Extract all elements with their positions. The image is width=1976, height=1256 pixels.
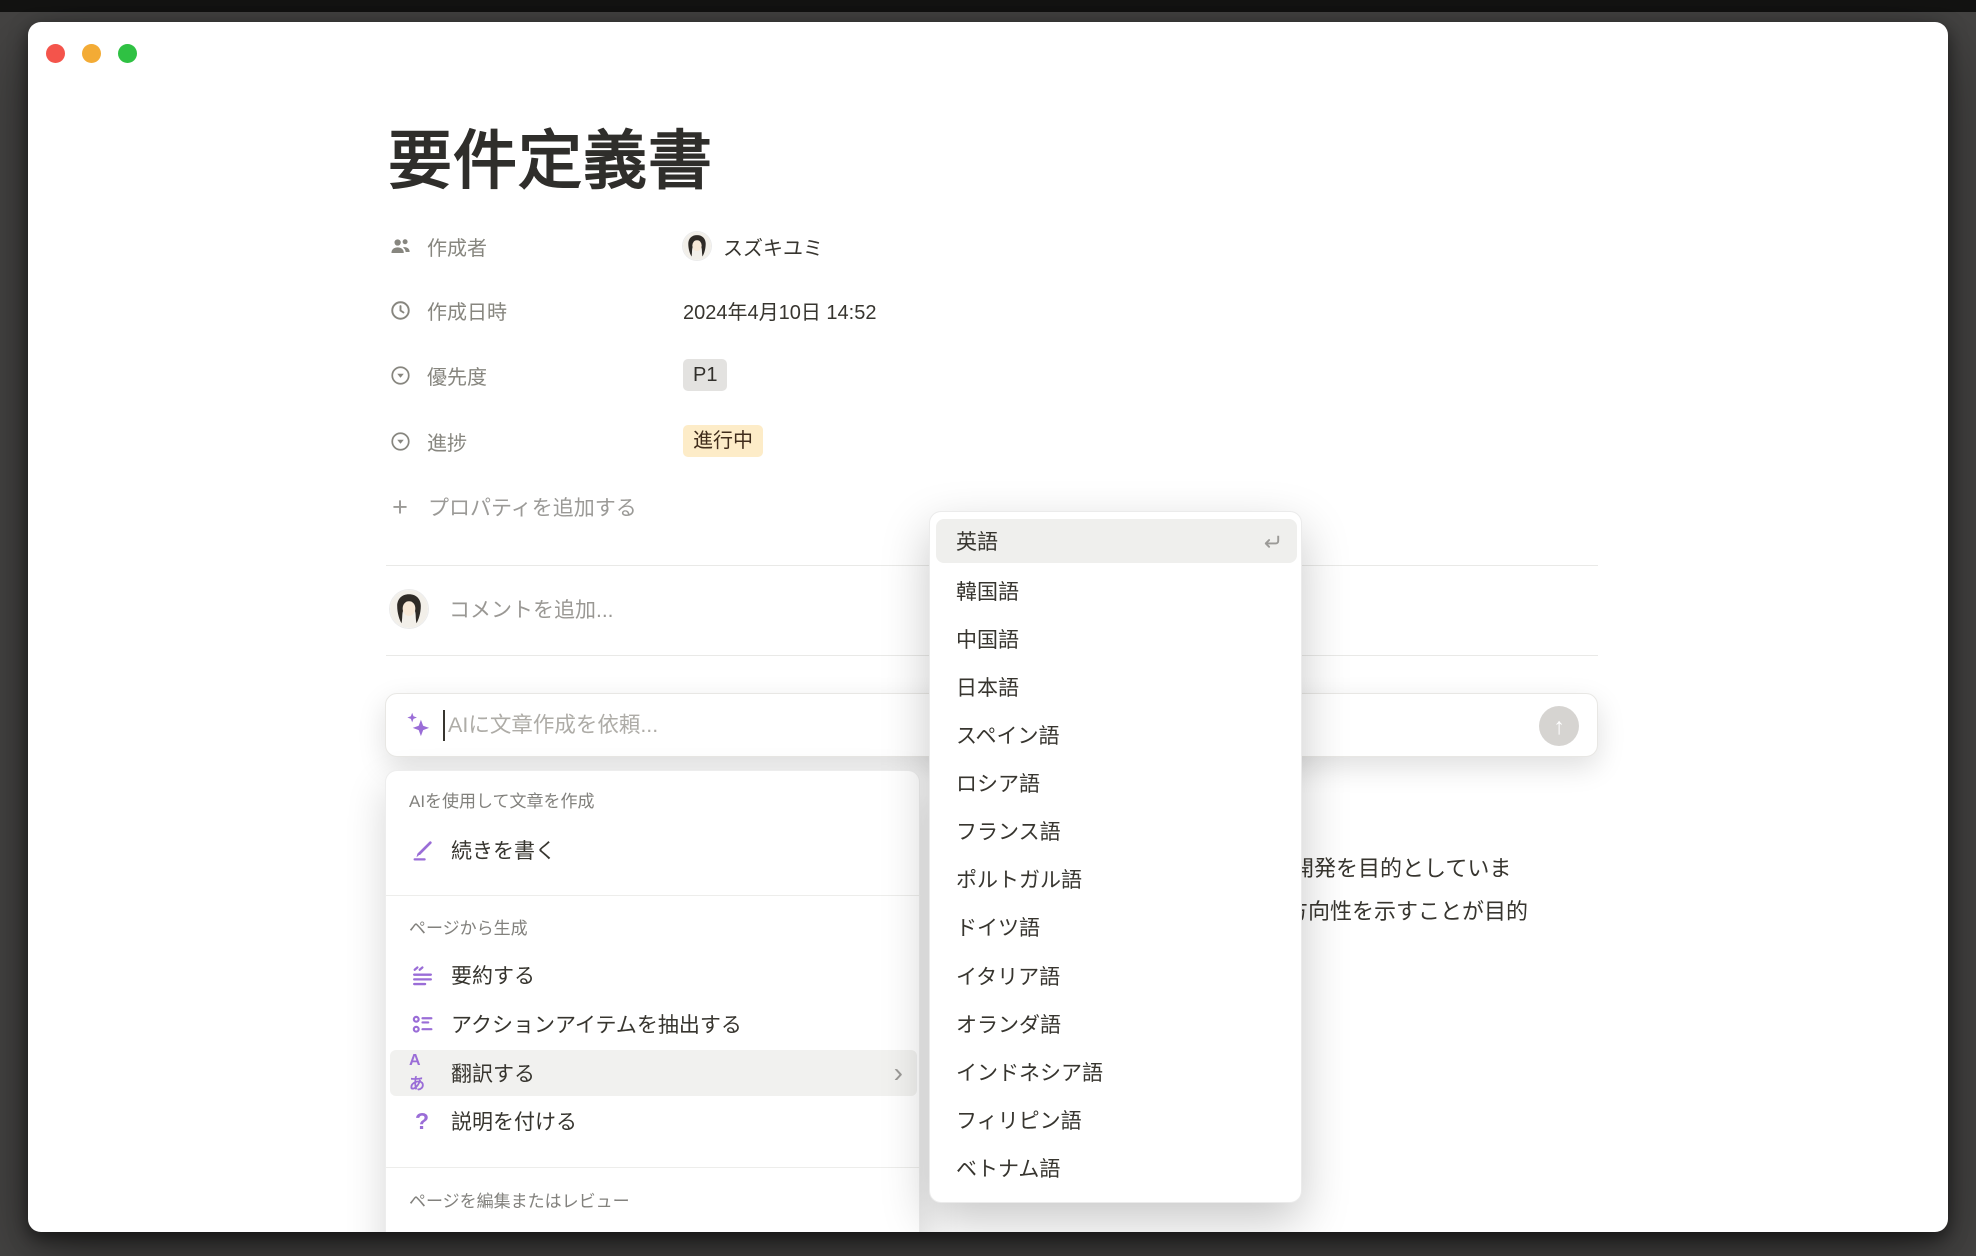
language-option[interactable]: オランダ語 (930, 1000, 1303, 1048)
language-option[interactable]: ドイツ語 (930, 903, 1303, 951)
plus-icon: + (388, 494, 412, 521)
property-row-created-time: 作成日時 2024年4月10日 14:52 (388, 293, 876, 327)
language-option[interactable]: ロシア語 (930, 759, 1303, 807)
language-option[interactable]: 韓国語 (930, 567, 1303, 615)
add-property-button[interactable]: + プロパティを追加する (388, 491, 637, 523)
property-value-creator[interactable]: スズキユミ (683, 232, 823, 261)
language-option[interactable]: ベトナム語 (930, 1144, 1303, 1192)
language-option[interactable]: イタリア語 (930, 952, 1303, 1000)
screen-top-strip (0, 0, 1976, 12)
language-option-label: 英語 (956, 526, 998, 556)
language-dropdown: 英語 韓国語 中国語 日本語 スペイン語 ロシア語 フランス語 ポルトガル語 ド… (929, 511, 1302, 1203)
menu-item-summarize[interactable]: 要約する (386, 952, 921, 998)
property-label-created-time[interactable]: 作成日時 (388, 296, 683, 325)
menu-item-continue-writing[interactable]: 続きを書く (386, 827, 921, 873)
avatar (683, 232, 711, 260)
question-icon: ? (409, 1108, 435, 1134)
property-row-progress: 進捗 進行中 (388, 424, 763, 458)
chevron-right-icon: › (894, 1057, 903, 1089)
page-title: 要件定義書 (388, 110, 713, 202)
language-option-selected[interactable]: 英語 (936, 519, 1297, 563)
property-label-text: 作成日時 (427, 296, 507, 325)
minimize-button[interactable] (82, 44, 101, 63)
menu-item-label: 要約する (451, 960, 535, 990)
menu-item-label: 続きを書く (451, 835, 556, 865)
window-controls (46, 44, 137, 63)
status-badge: 進行中 (683, 425, 763, 457)
menu-divider (386, 895, 921, 896)
text-caret (443, 710, 445, 741)
language-option[interactable]: フィリピン語 (930, 1096, 1303, 1144)
property-label-text: 作成者 (427, 232, 487, 261)
action-items-icon (409, 1011, 435, 1037)
menu-item-label: 説明を付ける (451, 1106, 577, 1136)
language-option[interactable]: 中国語 (930, 615, 1303, 663)
arrow-up-icon: ↑ (1553, 713, 1565, 740)
comment-placeholder: コメントを追加... (449, 594, 614, 624)
app-window: 要件定義書 作成者 スズキユミ 作成日時 2024年4月10日 14:52 (28, 22, 1948, 1232)
property-label-progress[interactable]: 進捗 (388, 427, 683, 456)
property-value-priority[interactable]: P1 (683, 359, 727, 391)
translate-icon: Aあ (409, 1060, 435, 1086)
body-text-fragment: 開発を目的としていま (1292, 855, 1511, 882)
menu-item-explain[interactable]: ? 説明を付ける (386, 1098, 921, 1144)
clock-icon (388, 298, 412, 322)
return-icon (1260, 530, 1283, 559)
language-option[interactable]: ポルトガル語 (930, 855, 1303, 903)
language-option[interactable]: スペイン語 (930, 711, 1303, 759)
property-label-text: 進捗 (427, 427, 467, 456)
menu-divider (386, 1167, 921, 1168)
close-button[interactable] (46, 44, 65, 63)
property-label-text: 優先度 (427, 361, 487, 390)
menu-item-translate[interactable]: Aあ 翻訳する › (390, 1050, 917, 1096)
property-row-creator: 作成者 スズキユミ (388, 229, 823, 263)
property-label-priority[interactable]: 優先度 (388, 361, 683, 390)
people-icon (388, 234, 412, 258)
language-option[interactable]: フランス語 (930, 807, 1303, 855)
property-value-progress[interactable]: 進行中 (683, 425, 763, 457)
property-value-created-time[interactable]: 2024年4月10日 14:52 (683, 296, 876, 325)
language-option[interactable]: インドネシア語 (930, 1048, 1303, 1096)
created-time: 2024年4月10日 14:52 (683, 296, 876, 325)
avatar (390, 590, 428, 628)
menu-section-header: ページから生成 (409, 912, 528, 940)
ai-sparkles-icon (404, 711, 432, 739)
creator-name: スズキユミ (723, 232, 823, 261)
add-property-label: プロパティを追加する (428, 492, 637, 522)
menu-item-extract-action-items[interactable]: アクションアイテムを抽出する (386, 1001, 921, 1047)
submit-button[interactable]: ↑ (1539, 706, 1579, 746)
ai-action-menu: AIを使用して文章を作成 続きを書く ページから生成 要約する アクションアイテ… (385, 770, 920, 1232)
menu-item-label: アクションアイテムを抽出する (451, 1009, 742, 1039)
zoom-button[interactable] (118, 44, 137, 63)
select-icon (388, 429, 412, 453)
menu-section-header: ページを編集またはレビュー (409, 1185, 630, 1213)
summarize-icon (409, 962, 435, 988)
comment-row[interactable]: コメントを追加... (390, 589, 614, 629)
body-text-fragment: 方向性を示すことが目的 (1286, 898, 1528, 925)
property-label-creator[interactable]: 作成者 (388, 232, 683, 261)
menu-section-header: AIを使用して文章を作成 (409, 785, 595, 813)
select-icon (388, 363, 412, 387)
property-row-priority: 優先度 P1 (388, 358, 727, 392)
menu-item-label: 翻訳する (451, 1058, 535, 1088)
priority-tag: P1 (683, 359, 727, 391)
pencil-icon (409, 837, 435, 863)
language-option[interactable]: 日本語 (930, 663, 1303, 711)
